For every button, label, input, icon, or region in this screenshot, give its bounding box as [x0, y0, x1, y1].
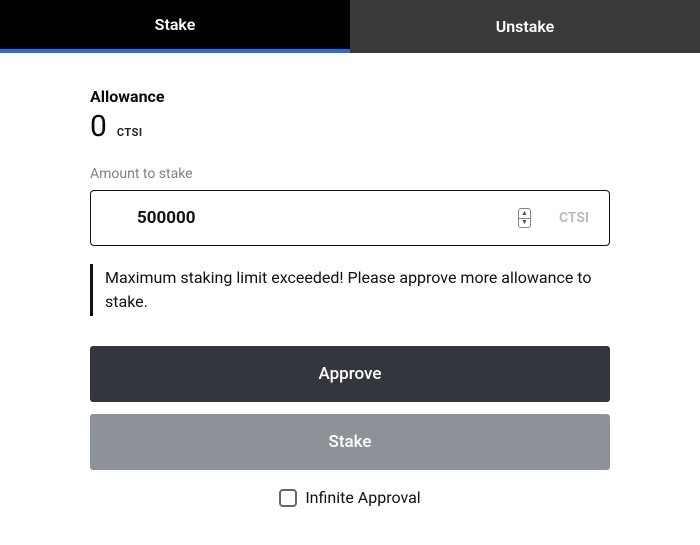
warning-message: Maximum staking limit exceeded! Please a…: [90, 264, 610, 316]
stepper-down-icon[interactable]: ▼: [519, 219, 530, 228]
tabs: Stake Unstake: [0, 0, 700, 53]
amount-input-container: ▲ ▼ CTSI: [90, 190, 610, 246]
content-panel: Allowance 0 CTSI Amount to stake ▲ ▼ CTS…: [0, 53, 700, 517]
amount-stepper[interactable]: ▲ ▼: [518, 208, 531, 228]
tab-unstake[interactable]: Unstake: [350, 0, 700, 53]
infinite-approval-row: Infinite Approval: [90, 488, 610, 507]
allowance-row: 0 CTSI: [90, 112, 610, 142]
stake-button[interactable]: Stake: [90, 414, 610, 470]
amount-label: Amount to stake: [90, 166, 610, 182]
allowance-label: Allowance: [90, 87, 610, 106]
allowance-unit: CTSI: [117, 126, 143, 139]
approve-button[interactable]: Approve: [90, 346, 610, 402]
allowance-value: 0: [90, 112, 107, 142]
infinite-approval-checkbox[interactable]: [279, 489, 297, 507]
infinite-approval-label: Infinite Approval: [305, 488, 420, 507]
stepper-up-icon[interactable]: ▲: [519, 209, 530, 219]
amount-input[interactable]: [91, 191, 518, 245]
amount-unit: CTSI: [559, 210, 589, 226]
tab-stake[interactable]: Stake: [0, 0, 350, 53]
